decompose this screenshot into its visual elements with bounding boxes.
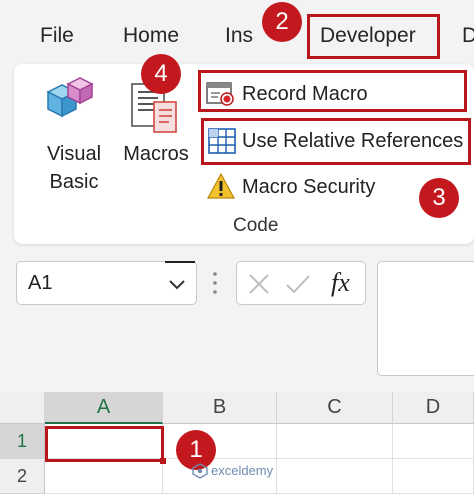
- column-header-c[interactable]: C: [277, 392, 393, 424]
- row-header-1[interactable]: 1: [0, 424, 45, 459]
- chevron-down-icon[interactable]: [167, 274, 187, 294]
- cell-c1[interactable]: [277, 424, 393, 459]
- visual-basic-button[interactable]: Visual Basic: [38, 140, 110, 196]
- formula-bar-input[interactable]: [377, 261, 474, 376]
- select-all-corner[interactable]: [0, 392, 45, 424]
- cell-c2[interactable]: [277, 459, 393, 494]
- name-box-value: A1: [28, 272, 53, 294]
- name-box[interactable]: A1: [16, 261, 197, 305]
- visual-basic-icon: [44, 76, 96, 128]
- exceldemy-logo-icon: [192, 463, 208, 479]
- step-badge-3: 3: [419, 178, 459, 218]
- ribbon-group-label: Code: [233, 215, 279, 236]
- formula-controls: fx: [236, 261, 366, 305]
- record-macro-highlight: [198, 70, 467, 112]
- relative-references-highlight: [201, 118, 471, 165]
- row-header-2[interactable]: 2: [0, 459, 45, 494]
- cell-a1-highlight: [45, 426, 164, 462]
- warning-icon: [206, 172, 236, 200]
- visual-basic-label-line1: Visual: [46, 143, 102, 165]
- tab-file[interactable]: File: [40, 24, 74, 48]
- cancel-icon[interactable]: [247, 272, 271, 296]
- name-box-divider: [165, 261, 195, 263]
- tab-insert[interactable]: Ins: [225, 24, 253, 48]
- step-badge-4: 4: [141, 54, 181, 94]
- visual-basic-label-line2: Basic: [49, 171, 99, 193]
- tab-data[interactable]: D: [462, 24, 474, 48]
- cell-d2[interactable]: [393, 459, 474, 494]
- column-header-a[interactable]: A: [45, 392, 163, 424]
- column-header-d[interactable]: D: [393, 392, 474, 424]
- tab-home[interactable]: Home: [123, 24, 179, 48]
- watermark-text: exceldemy: [211, 463, 274, 478]
- macro-security-button[interactable]: Macro Security: [242, 176, 375, 199]
- cell-a2[interactable]: [45, 459, 163, 494]
- developer-tab-highlight: [307, 14, 440, 59]
- vertical-ellipsis-icon[interactable]: [212, 270, 218, 296]
- enter-check-icon[interactable]: [285, 272, 311, 296]
- column-header-b[interactable]: B: [163, 392, 277, 424]
- fill-handle[interactable]: [160, 458, 166, 464]
- cell-d1[interactable]: [393, 424, 474, 459]
- insert-function-button[interactable]: fx: [331, 268, 350, 298]
- macros-button[interactable]: Macros: [116, 140, 196, 168]
- step-badge-2: 2: [262, 2, 302, 42]
